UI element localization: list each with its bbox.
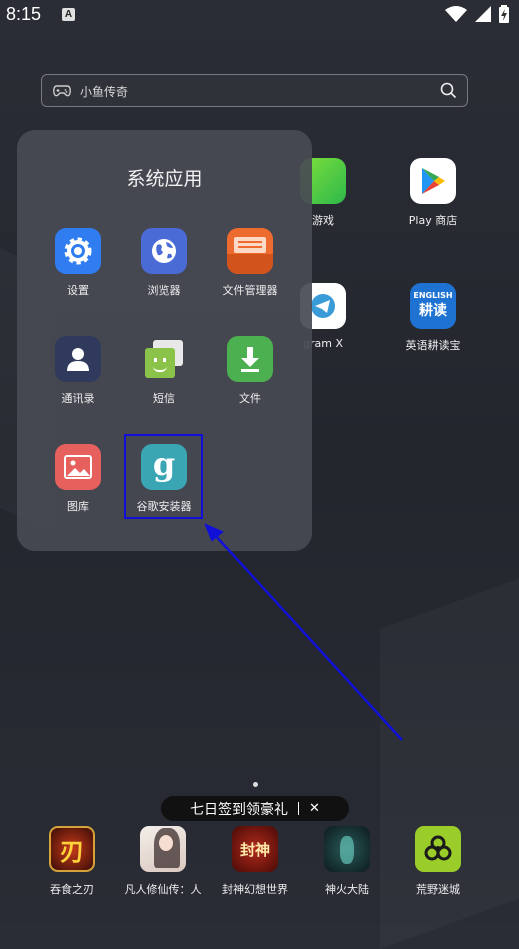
app-label: 封神幻想世界	[222, 883, 288, 896]
shenhuo-icon	[324, 826, 370, 872]
fanren-icon	[140, 826, 186, 872]
app-label: 神火大陆	[325, 883, 369, 896]
dock-app-tunshi[interactable]: 刃 吞食之刃	[24, 826, 120, 897]
fengshen-icon: 封神	[232, 826, 278, 872]
close-icon[interactable]: ✕	[309, 801, 320, 816]
dock-app-shenhuo[interactable]: 神火大陆	[299, 826, 395, 897]
biohazard-icon	[415, 826, 461, 872]
dock-app-fanren[interactable]: 凡人修仙传：人	[115, 826, 211, 897]
checkin-banner[interactable]: 七日签到领豪礼 ✕	[161, 796, 349, 821]
tunshi-icon: 刃	[49, 826, 95, 872]
banner-text: 七日签到领豪礼	[190, 801, 289, 818]
app-label: 吞食之刃	[50, 883, 94, 896]
app-label: 凡人修仙传：人	[124, 883, 202, 896]
divider	[298, 802, 300, 815]
dock-app-fengshen[interactable]: 封神 封神幻想世界	[207, 826, 303, 897]
app-label: 荒野迷城	[416, 883, 460, 896]
page-indicator	[253, 782, 258, 787]
dock-app-huangye[interactable]: 荒野迷城	[390, 826, 486, 897]
annotation-arrow	[204, 523, 403, 741]
icon-text: 封神	[239, 840, 270, 859]
icon-text: 刃	[60, 837, 84, 866]
